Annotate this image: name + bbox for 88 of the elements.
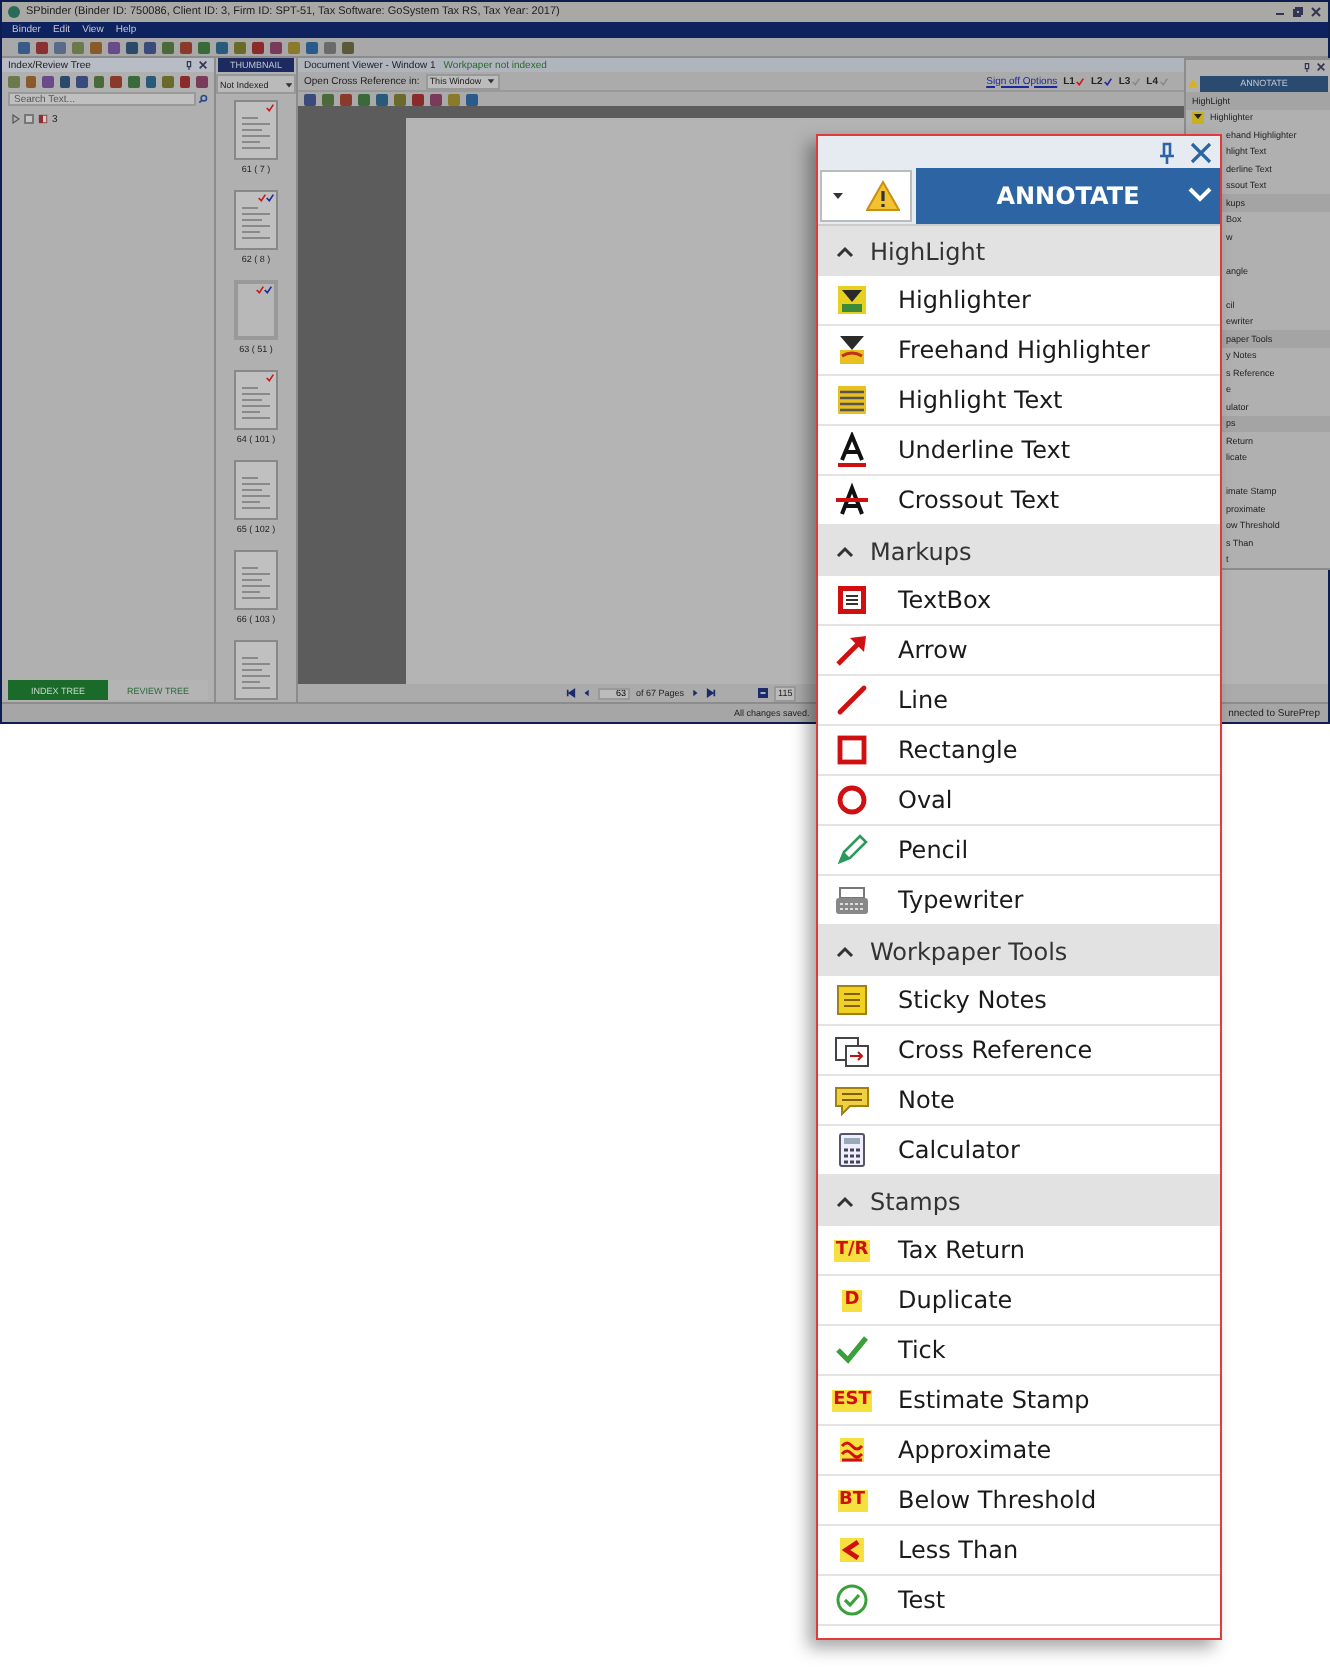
tool-item[interactable]: Approximate [818, 1426, 1220, 1476]
pin-icon[interactable] [184, 60, 194, 70]
next-page-icon[interactable] [690, 688, 701, 698]
sticky-note-icon [834, 982, 870, 1018]
approximate-icon [834, 1432, 870, 1468]
stamp-icon: BT [837, 1489, 867, 1511]
section-header[interactable]: Stamps [818, 1176, 1220, 1226]
caret-icon [832, 190, 845, 202]
tool-item[interactable]: T/R Tax Return [818, 1226, 1220, 1276]
tool-item[interactable]: EST Estimate Stamp [818, 1376, 1220, 1426]
calculator-icon [834, 1132, 870, 1168]
pin-icon[interactable] [1156, 141, 1178, 163]
pencil-icon [834, 832, 870, 868]
page-thumbnail[interactable] [234, 190, 278, 250]
line-icon [834, 682, 870, 718]
crossout-icon [834, 482, 870, 518]
arrow-icon [834, 632, 870, 668]
tool-item[interactable]: Test [818, 1576, 1220, 1626]
highlighter-icon [834, 282, 870, 318]
tool-item[interactable]: Note [818, 1076, 1220, 1126]
tool-item[interactable]: Underline Text [818, 426, 1220, 476]
dropdown-arrow-icon [284, 79, 294, 89]
expand-icon[interactable] [12, 114, 20, 124]
dropdown-arrow-icon [485, 76, 496, 86]
page-thumbnail[interactable] [234, 280, 278, 340]
tool-item[interactable]: Line [818, 676, 1220, 726]
restore-icon[interactable] [1292, 6, 1304, 18]
checkbox[interactable] [24, 114, 34, 124]
close-icon[interactable] [1316, 62, 1326, 72]
stamp-icon: T/R [833, 1239, 871, 1261]
tool-item[interactable]: D Duplicate [818, 1276, 1220, 1326]
tool-item[interactable]: Oval [818, 776, 1220, 826]
oval-icon [834, 782, 870, 818]
section-header[interactable]: Workpaper Tools [818, 926, 1220, 976]
check-circle-icon [834, 1582, 870, 1618]
stamp-icon: D [842, 1289, 862, 1311]
annotate-button[interactable]: ANNOTATE [916, 168, 1220, 224]
check-icon [834, 1332, 870, 1368]
tool-item[interactable]: Highlighter [818, 276, 1220, 326]
tool-item[interactable]: Highlight Text [818, 376, 1220, 426]
tool-item[interactable]: Less Than [818, 1526, 1220, 1576]
tool-item[interactable]: Freehand Highlighter [818, 326, 1220, 376]
section-header[interactable]: HighLight [818, 226, 1220, 276]
close-icon[interactable] [198, 60, 208, 70]
tool-item[interactable]: Arrow [818, 626, 1220, 676]
stamp-icon: EST [831, 1389, 873, 1411]
text-lines-icon [242, 116, 270, 152]
text-lines-icon [242, 386, 270, 422]
tool-item[interactable]: BT Below Threshold [818, 1476, 1220, 1526]
tool-item[interactable]: TextBox [818, 576, 1220, 626]
page-thumbnail[interactable] [234, 550, 278, 610]
section-header[interactable]: Markups [818, 526, 1220, 576]
note-icon [834, 1082, 870, 1118]
typewriter-icon [834, 882, 870, 918]
zoom-out-icon[interactable] [758, 688, 769, 698]
highlighter-icon [834, 332, 870, 368]
highlighter-icon [1192, 111, 1204, 124]
documents-icon [834, 1032, 870, 1068]
page-thumbnail[interactable] [234, 370, 278, 430]
text-lines-icon [242, 476, 270, 512]
first-page-icon[interactable] [566, 688, 576, 698]
close-icon[interactable] [1310, 6, 1322, 18]
last-page-icon[interactable] [706, 688, 717, 698]
text-lines-icon [242, 656, 270, 692]
search-icon[interactable] [198, 94, 208, 104]
tool-item[interactable]: Rectangle [818, 726, 1220, 776]
page-thumbnail[interactable] [234, 100, 278, 160]
text-lines-icon [242, 566, 270, 602]
tool-item[interactable]: Pencil [818, 826, 1220, 876]
highlight-text-icon [834, 382, 870, 418]
text-lines-icon [242, 206, 270, 242]
app-icon [8, 6, 20, 18]
page-thumbnail[interactable] [234, 640, 278, 700]
rectangle-icon [834, 732, 870, 768]
page-thumbnail[interactable] [234, 460, 278, 520]
underline-icon [834, 432, 870, 468]
less-than-icon [834, 1532, 870, 1568]
tool-item[interactable]: Tick [818, 1326, 1220, 1376]
chevron-down-icon [1188, 186, 1212, 202]
tool-item[interactable]: Sticky Notes [818, 976, 1220, 1026]
pin-icon[interactable] [1302, 62, 1312, 72]
warning-icon [865, 180, 900, 212]
previous-page-icon[interactable] [582, 688, 592, 698]
tool-item[interactable]: Cross Reference [818, 1026, 1220, 1076]
warning-dropdown[interactable] [820, 170, 912, 222]
textbox-icon [834, 582, 870, 618]
binder-icon [38, 114, 48, 124]
close-icon[interactable] [1190, 141, 1212, 163]
